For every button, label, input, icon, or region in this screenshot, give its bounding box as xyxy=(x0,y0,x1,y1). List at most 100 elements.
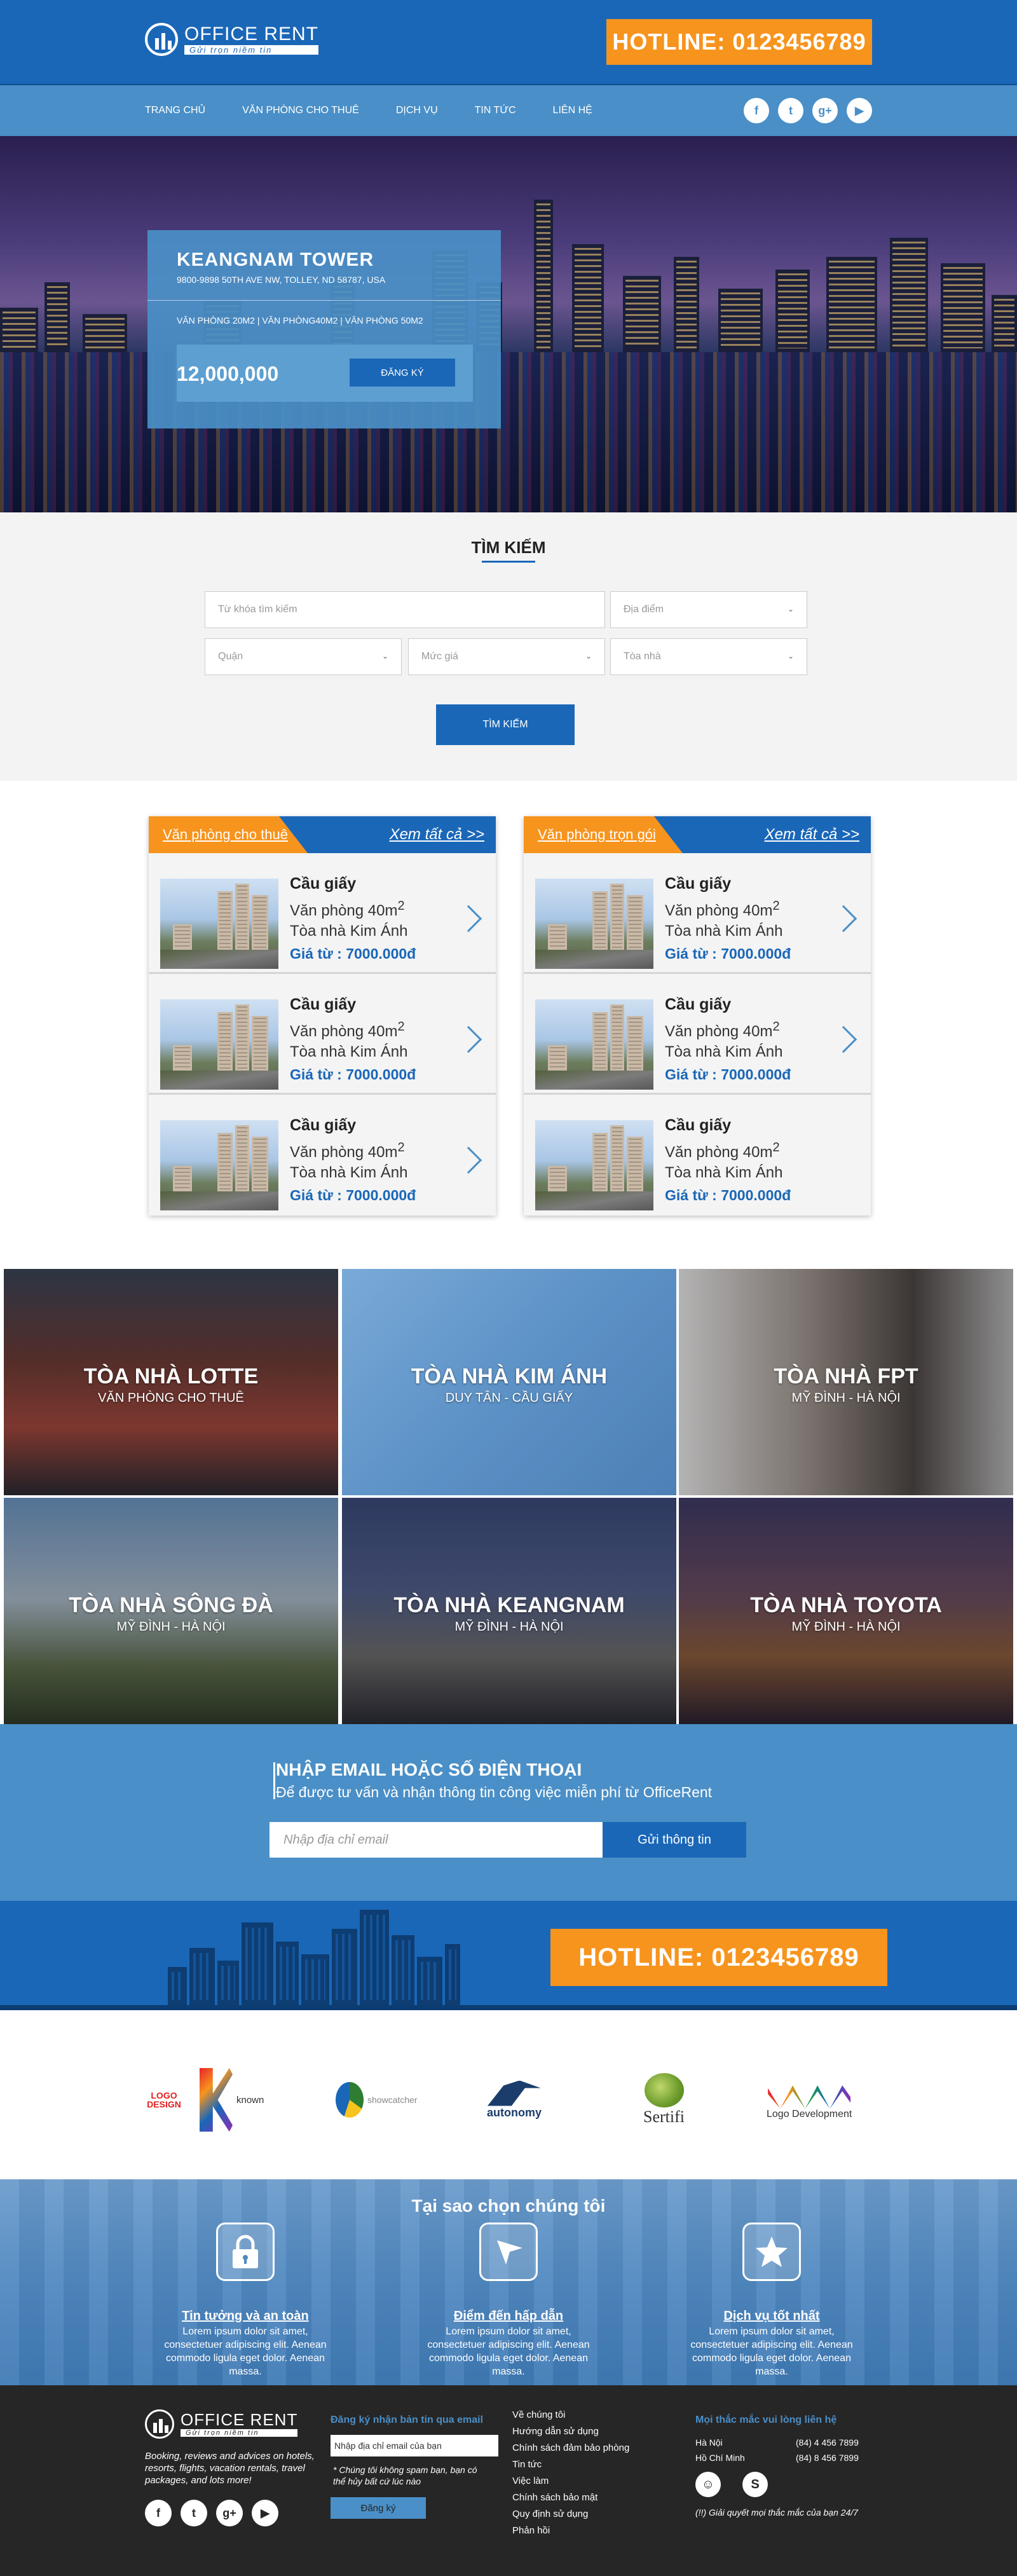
footer: OFFICE RENT Gửi trọn niềm tin Booking, r… xyxy=(0,2385,1017,2576)
list-item[interactable]: Cầu giấy Văn phòng 40m2 Tòa nhà Kim Ánh … xyxy=(149,974,496,1095)
item-price: Giá từ : 7000.000đ xyxy=(290,1187,416,1203)
footer-link-jobs[interactable]: Việc làm xyxy=(512,2473,629,2490)
main-nav: TRANG CHỦ VĂN PHÒNG CHO THUÊ DỊCH VỤ TIN… xyxy=(0,85,1017,136)
item-size-unit: 2 xyxy=(772,1141,780,1154)
feature-desc: Lorem ipsum dolor sit amet, consectetuer… xyxy=(690,2326,853,2377)
property-thumbnail xyxy=(160,879,278,969)
nav-item-office-rent[interactable]: VĂN PHÒNG CHO THUÊ xyxy=(242,105,359,116)
footer-link-feedback[interactable]: Phản hồi xyxy=(512,2523,629,2539)
known-logo[interactable]: known xyxy=(200,2065,264,2135)
google-plus-icon[interactable]: g+ xyxy=(216,2500,243,2526)
nav-item-news[interactable]: TIN TỨC xyxy=(475,105,516,116)
feature-desc: Lorem ipsum dolor sit amet, consectetuer… xyxy=(427,2326,590,2377)
building-tile-toyota[interactable]: TÒA NHÀ TOYOTA MỸ ĐÌNH - HÀ NỘI xyxy=(679,1498,1013,1724)
item-title: Cầu giấy xyxy=(290,875,357,893)
building-tile-song-da[interactable]: TÒA NHÀ SÔNG ĐÀ MỸ ĐÌNH - HÀ NỘI xyxy=(4,1498,338,1724)
building-tile-keangnam[interactable]: TÒA NHÀ KEANGNAM MỸ ĐÌNH - HÀ NỘI xyxy=(342,1498,676,1724)
building-name: TÒA NHÀ TOYOTA xyxy=(750,1593,942,1617)
building-tile-fpt[interactable]: TÒA NHÀ FPT MỸ ĐÌNH - HÀ NỘI xyxy=(679,1269,1013,1495)
buildings-grid: TÒA NHÀ LOTTE VĂN PHÒNG CHO THUÊ TÒA NHÀ… xyxy=(4,1269,1013,1724)
footer-link-guide[interactable]: Hướng dẫn sử dụng xyxy=(512,2423,629,2440)
list-item[interactable]: Cầu giấy Văn phòng 40m2 Tòa nhà Kim Ánh … xyxy=(524,853,871,974)
site-logo[interactable]: OFFICE RENT Gửi trọn niềm tin xyxy=(145,23,318,56)
register-button[interactable]: ĐĂNG KÝ xyxy=(350,359,455,387)
contact-city: Hà Nội xyxy=(695,2437,723,2448)
chevron-right-icon[interactable] xyxy=(454,905,482,933)
email-field[interactable]: Nhập địa chỉ email xyxy=(270,1822,603,1858)
chevron-right-icon[interactable] xyxy=(829,905,857,933)
footer-link-news[interactable]: Tin tức xyxy=(512,2456,629,2473)
list-item[interactable]: Cầu giấy Văn phòng 40m2 Tòa nhà Kim Ánh … xyxy=(524,974,871,1095)
youtube-icon[interactable]: ▶ xyxy=(252,2500,278,2526)
view-all-link[interactable]: Xem tất cả >> xyxy=(765,816,859,853)
footer-link-privacy[interactable]: Chính sách bảo mật xyxy=(512,2490,629,2506)
building-select[interactable]: Tòa nhà ⌄ xyxy=(610,638,807,675)
chevron-right-icon[interactable] xyxy=(454,1025,482,1053)
twitter-icon[interactable]: t xyxy=(778,98,803,123)
chat-smiley-icon[interactable]: ☺ xyxy=(695,2472,721,2497)
item-size-unit: 2 xyxy=(772,899,780,913)
twitter-icon[interactable]: t xyxy=(181,2500,207,2526)
location-select-label: Địa điểm xyxy=(624,604,664,615)
item-size-unit: 2 xyxy=(397,899,405,913)
footer-link-room-policy[interactable]: Chính sách đảm bảo phòng xyxy=(512,2440,629,2456)
tab-office-package[interactable]: Văn phòng trọn gói xyxy=(524,816,683,853)
sertifi-logo[interactable]: Sertifi xyxy=(643,2065,685,2135)
newsletter-note: * Chúng tôi không spam bạn, bạn có thể h… xyxy=(333,2465,477,2486)
footer-link-about[interactable]: Về chúng tôi xyxy=(512,2407,629,2423)
facebook-icon[interactable]: f xyxy=(744,98,769,123)
hotline-band-button[interactable]: HOTLINE: 0123456789 xyxy=(550,1929,887,1986)
property-thumbnail xyxy=(160,999,278,1090)
item-size: Văn phòng 40m xyxy=(290,902,398,919)
logo-tagline: Gửi trọn niềm tin xyxy=(184,45,318,55)
price-select[interactable]: Mức giá ⌄ xyxy=(408,638,605,675)
district-select[interactable]: Quận ⌄ xyxy=(205,638,402,675)
list-item[interactable]: Cầu giấy Văn phòng 40m2 Tòa nhà Kim Ánh … xyxy=(524,1095,871,1216)
footer-link-terms[interactable]: Quy định sử dụng xyxy=(512,2506,629,2523)
building-location: MỸ ĐÌNH - HÀ NỘI xyxy=(791,1620,901,1634)
building-location: MỸ ĐÌNH - HÀ NỘI xyxy=(454,1620,564,1634)
nav-item-services[interactable]: DỊCH VỤ xyxy=(396,105,438,116)
feature-desc: Lorem ipsum dolor sit amet, consectetuer… xyxy=(164,2326,327,2377)
autonomy-logo[interactable]: autonomy xyxy=(487,2065,542,2135)
logo-design-logo[interactable]: LOGO DESIGN xyxy=(145,2065,183,2135)
newsletter-email-field[interactable]: Nhập địa chỉ email của bạn xyxy=(331,2435,498,2456)
item-building: Tòa nhà Kim Ánh xyxy=(665,922,783,940)
send-info-button[interactable]: Gửi thông tin xyxy=(603,1822,746,1858)
chevron-right-icon[interactable] xyxy=(829,1025,857,1053)
item-title: Cầu giấy xyxy=(290,1116,357,1134)
nav-item-contact[interactable]: LIÊN HỆ xyxy=(553,105,592,116)
header: OFFICE RENT Gửi trọn niềm tin HOTLINE: 0… xyxy=(0,0,1017,85)
skype-icon[interactable]: S xyxy=(742,2472,768,2497)
footer-logo[interactable]: OFFICE RENT Gửi trọn niềm tin xyxy=(145,2409,298,2439)
view-all-link[interactable]: Xem tất cả >> xyxy=(390,816,484,853)
contact-phone[interactable]: (84) 4 456 7899 xyxy=(796,2435,859,2450)
list-item[interactable]: Cầu giấy Văn phòng 40m2 Tòa nhà Kim Ánh … xyxy=(149,853,496,974)
list-item[interactable]: Cầu giấy Văn phòng 40m2 Tòa nhà Kim Ánh … xyxy=(149,1095,496,1216)
item-size: Văn phòng 40m xyxy=(665,902,773,919)
tab-office-rent[interactable]: Văn phòng cho thuê xyxy=(149,816,308,853)
chevron-right-icon[interactable] xyxy=(454,1146,482,1174)
facebook-icon[interactable]: f xyxy=(145,2500,172,2526)
google-plus-icon[interactable]: g+ xyxy=(812,98,838,123)
item-size-unit: 2 xyxy=(772,1020,780,1034)
search-button[interactable]: TÌM KIẾM xyxy=(436,704,575,745)
item-size: Văn phòng 40m xyxy=(665,1023,773,1040)
contact-phone[interactable]: (84) 8 456 7899 xyxy=(796,2450,859,2465)
logo-development-logo[interactable]: Logo Development xyxy=(767,2065,852,2135)
newsletter-title: Đăng ký nhận bản tin qua email xyxy=(331,2415,484,2425)
showcatcher-logo[interactable]: showcatcher xyxy=(336,2065,418,2135)
building-tile-lotte[interactable]: TÒA NHÀ LOTTE VĂN PHÒNG CHO THUÊ xyxy=(4,1269,338,1495)
city-skyline-graphic xyxy=(168,1910,460,2005)
property-types: VĂN PHÒNG 20M2 | VĂN PHÒNG40M2 | VĂN PHÒ… xyxy=(177,315,423,325)
item-size-unit: 2 xyxy=(397,1020,405,1034)
newsletter-subscribe-button[interactable]: Đăng ký xyxy=(331,2497,426,2519)
nav-item-home[interactable]: TRANG CHỦ xyxy=(145,105,205,116)
youtube-icon[interactable]: ▶ xyxy=(847,98,872,123)
hotline-button[interactable]: HOTLINE: 0123456789 xyxy=(606,19,872,65)
keyword-input[interactable]: Từ khóa tìm kiếm xyxy=(205,591,605,628)
building-name: TÒA NHÀ KEANGNAM xyxy=(393,1593,625,1617)
location-select[interactable]: Địa điểm ⌄ xyxy=(610,591,807,628)
partner-label: showcatcher xyxy=(367,2095,418,2105)
building-tile-kim-anh[interactable]: TÒA NHÀ KIM ÁNH DUY TÂN - CẦU GIẤY xyxy=(342,1269,676,1495)
